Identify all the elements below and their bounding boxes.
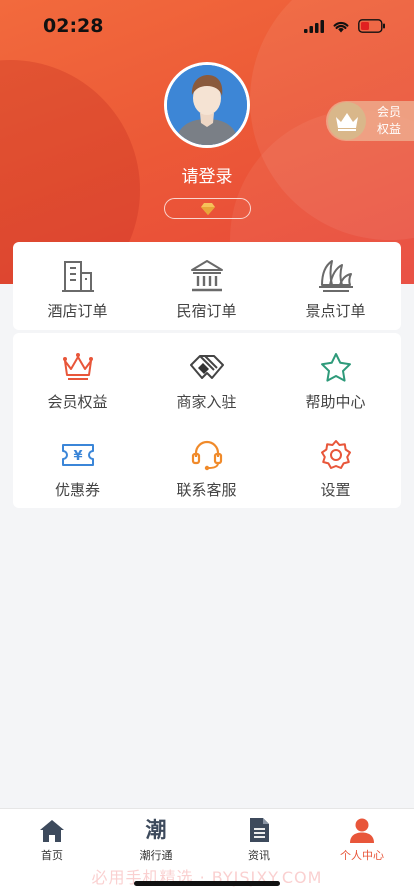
login-link[interactable]: 请登录	[0, 162, 414, 187]
tab-news-label: 资讯	[248, 849, 270, 862]
headset-icon	[191, 440, 222, 471]
news-icon	[250, 818, 269, 842]
gear-icon	[320, 440, 351, 469]
opera-house-icon	[318, 260, 353, 292]
default-avatar-icon	[167, 65, 247, 145]
attraction-order-label: 景点订单	[305, 302, 366, 320]
tab-home[interactable]: 首页	[0, 815, 104, 863]
coupon-label: 优惠券	[54, 481, 100, 499]
status-time: 02:28	[43, 15, 104, 37]
avatar[interactable]	[164, 62, 250, 148]
wifi-icon	[333, 21, 349, 32]
coupon-button[interactable]: ¥ 优惠券	[13, 437, 142, 500]
member-benefits-label: 会员权益	[47, 393, 108, 411]
member-benefits-badge[interactable]: 会员权益	[326, 101, 414, 141]
hotel-order-button[interactable]: 酒店订单	[13, 258, 142, 321]
tab-profile-label: 个人中心	[340, 849, 384, 862]
hotel-icon	[61, 261, 94, 292]
home-icon	[40, 820, 64, 842]
merchant-join-button[interactable]: 商家入驻	[142, 349, 271, 412]
status-bar: 02:28	[0, 0, 414, 54]
orders-card: 酒店订单 民宿订单 景点订单	[13, 242, 401, 330]
member-level-pill[interactable]	[164, 198, 251, 219]
homestay-order-button[interactable]: 民宿订单	[142, 258, 271, 321]
customer-service-label: 联系客服	[176, 481, 237, 499]
merchant-join-label: 商家入驻	[176, 393, 237, 411]
services-card: 会员权益 商家入驻 帮助中心 ¥ 优惠券 联系客服 设置	[13, 333, 401, 508]
diamond-icon	[200, 202, 215, 215]
tab-chaoxingtong-label: 潮行通	[139, 849, 173, 862]
help-center-button[interactable]: 帮助中心	[271, 349, 400, 412]
signal-icon	[304, 19, 324, 33]
bank-icon	[190, 260, 223, 292]
member-benefits-label: 会员权益	[376, 105, 401, 136]
member-benefits-button[interactable]: 会员权益	[13, 349, 142, 412]
help-center-label: 帮助中心	[305, 393, 366, 411]
crown-icon	[336, 113, 358, 131]
chao-icon: 潮	[145, 818, 167, 842]
tab-home-label: 首页	[41, 849, 63, 862]
homestay-order-label: 民宿订单	[176, 302, 237, 320]
star-icon	[320, 353, 351, 382]
settings-button[interactable]: 设置	[271, 437, 400, 500]
coupon-icon: ¥	[61, 444, 94, 466]
customer-service-button[interactable]: 联系客服	[142, 437, 271, 500]
attraction-order-button[interactable]: 景点订单	[271, 258, 400, 321]
home-indicator[interactable]	[134, 881, 280, 886]
battery-icon	[358, 19, 385, 33]
svg-text:¥: ¥	[73, 449, 82, 464]
tab-profile[interactable]: 个人中心	[310, 815, 414, 863]
settings-label: 设置	[320, 481, 351, 499]
tab-chaoxingtong[interactable]: 潮 潮行通	[104, 815, 208, 863]
tab-news[interactable]: 资讯	[207, 815, 311, 863]
user-icon	[350, 818, 374, 843]
crown-icon	[62, 353, 93, 380]
hotel-order-label: 酒店订单	[47, 302, 108, 320]
handshake-icon	[189, 355, 224, 379]
